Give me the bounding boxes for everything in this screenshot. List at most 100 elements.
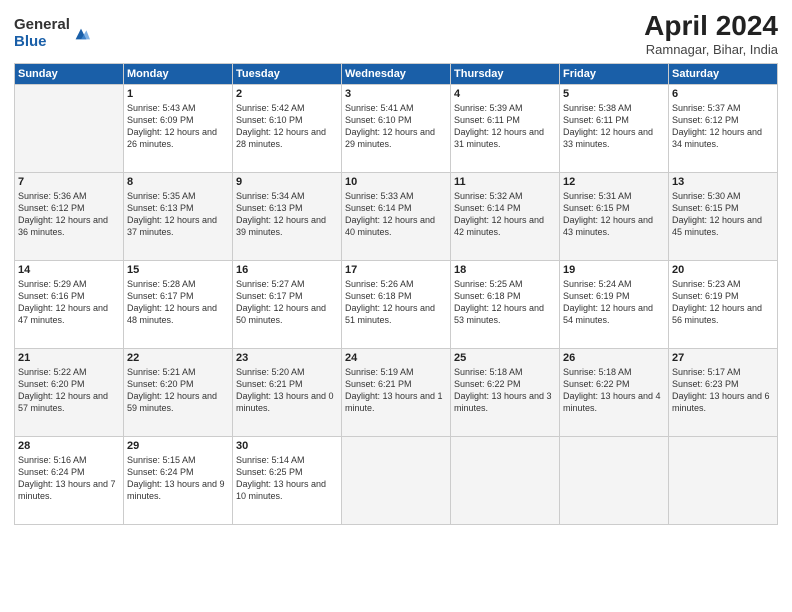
cell-content: Sunrise: 5:43 AM Sunset: 6:09 PM Dayligh… bbox=[127, 102, 229, 151]
day-number: 8 bbox=[127, 176, 229, 188]
calendar-cell bbox=[669, 437, 778, 525]
calendar-week-row: 1 Sunrise: 5:43 AM Sunset: 6:09 PM Daylig… bbox=[15, 85, 778, 173]
calendar-cell: 12 Sunrise: 5:31 AM Sunset: 6:15 PM Dayli… bbox=[560, 173, 669, 261]
calendar-cell: 17 Sunrise: 5:26 AM Sunset: 6:18 PM Dayli… bbox=[342, 261, 451, 349]
calendar-cell: 2 Sunrise: 5:42 AM Sunset: 6:10 PM Daylig… bbox=[233, 85, 342, 173]
day-number: 1 bbox=[127, 88, 229, 100]
calendar-cell: 14 Sunrise: 5:29 AM Sunset: 6:16 PM Dayli… bbox=[15, 261, 124, 349]
cell-content: Sunrise: 5:27 AM Sunset: 6:17 PM Dayligh… bbox=[236, 278, 338, 327]
calendar-cell: 28Sunrise: 5:16 AM Sunset: 6:24 PM Dayli… bbox=[15, 437, 124, 525]
cell-content: Sunrise: 5:33 AM Sunset: 6:14 PM Dayligh… bbox=[345, 190, 447, 239]
calendar-cell: 3 Sunrise: 5:41 AM Sunset: 6:10 PM Daylig… bbox=[342, 85, 451, 173]
cell-content: Sunrise: 5:41 AM Sunset: 6:10 PM Dayligh… bbox=[345, 102, 447, 151]
day-number: 2 bbox=[236, 88, 338, 100]
calendar-cell bbox=[451, 437, 560, 525]
cell-content: Sunrise: 5:30 AM Sunset: 6:15 PM Dayligh… bbox=[672, 190, 774, 239]
day-number: 4 bbox=[454, 88, 556, 100]
cell-content: Sunrise: 5:25 AM Sunset: 6:18 PM Dayligh… bbox=[454, 278, 556, 327]
cell-content: Sunrise: 5:38 AM Sunset: 6:11 PM Dayligh… bbox=[563, 102, 665, 151]
cell-content: Sunrise: 5:14 AM Sunset: 6:25 PM Dayligh… bbox=[236, 454, 338, 503]
day-number: 20 bbox=[672, 264, 774, 276]
cell-content: Sunrise: 5:37 AM Sunset: 6:12 PM Dayligh… bbox=[672, 102, 774, 151]
calendar-cell: 23Sunrise: 5:20 AM Sunset: 6:21 PM Dayli… bbox=[233, 349, 342, 437]
day-number: 17 bbox=[345, 264, 447, 276]
day-number: 18 bbox=[454, 264, 556, 276]
calendar-cell: 20 Sunrise: 5:23 AM Sunset: 6:19 PM Dayli… bbox=[669, 261, 778, 349]
cell-content: Sunrise: 5:15 AM Sunset: 6:24 PM Dayligh… bbox=[127, 454, 229, 503]
location: Ramnagar, Bihar, India bbox=[644, 42, 778, 57]
calendar-cell: 5 Sunrise: 5:38 AM Sunset: 6:11 PM Daylig… bbox=[560, 85, 669, 173]
calendar-week-row: 14 Sunrise: 5:29 AM Sunset: 6:16 PM Dayli… bbox=[15, 261, 778, 349]
day-number: 19 bbox=[563, 264, 665, 276]
calendar-cell: 25Sunrise: 5:18 AM Sunset: 6:22 PM Dayli… bbox=[451, 349, 560, 437]
calendar-cell: 21Sunrise: 5:22 AM Sunset: 6:20 PM Dayli… bbox=[15, 349, 124, 437]
day-number: 13 bbox=[672, 176, 774, 188]
day-number: 29 bbox=[127, 440, 229, 452]
day-number: 12 bbox=[563, 176, 665, 188]
day-number: 5 bbox=[563, 88, 665, 100]
calendar-cell: 24 Sunrise: 5:19 AM Sunset: 6:21 PM Dayli… bbox=[342, 349, 451, 437]
calendar-cell: 16 Sunrise: 5:27 AM Sunset: 6:17 PM Dayli… bbox=[233, 261, 342, 349]
weekday-header: Friday bbox=[560, 64, 669, 85]
month-title: April 2024 bbox=[644, 10, 778, 42]
day-number: 26 bbox=[563, 352, 665, 364]
weekday-header: Wednesday bbox=[342, 64, 451, 85]
calendar-cell: 26 Sunrise: 5:18 AM Sunset: 6:22 PM Dayli… bbox=[560, 349, 669, 437]
weekday-header: Sunday bbox=[15, 64, 124, 85]
calendar-cell bbox=[342, 437, 451, 525]
day-number: 30 bbox=[236, 440, 338, 452]
day-number: 27 bbox=[672, 352, 774, 364]
cell-content: Sunrise: 5:19 AM Sunset: 6:21 PM Dayligh… bbox=[345, 366, 447, 415]
weekday-header: Saturday bbox=[669, 64, 778, 85]
day-number: 15 bbox=[127, 264, 229, 276]
day-number: 9 bbox=[236, 176, 338, 188]
calendar-cell: 22 Sunrise: 5:21 AM Sunset: 6:20 PM Dayli… bbox=[124, 349, 233, 437]
calendar-week-row: 7Sunrise: 5:36 AM Sunset: 6:12 PM Daylig… bbox=[15, 173, 778, 261]
cell-content: Sunrise: 5:26 AM Sunset: 6:18 PM Dayligh… bbox=[345, 278, 447, 327]
calendar-cell: 19 Sunrise: 5:24 AM Sunset: 6:19 PM Dayli… bbox=[560, 261, 669, 349]
cell-content: Sunrise: 5:34 AM Sunset: 6:13 PM Dayligh… bbox=[236, 190, 338, 239]
logo-general: General bbox=[14, 17, 70, 34]
calendar-cell: 4 Sunrise: 5:39 AM Sunset: 6:11 PM Daylig… bbox=[451, 85, 560, 173]
logo-blue: Blue bbox=[14, 34, 70, 51]
calendar-cell: 6 Sunrise: 5:37 AM Sunset: 6:12 PM Daylig… bbox=[669, 85, 778, 173]
cell-content: Sunrise: 5:39 AM Sunset: 6:11 PM Dayligh… bbox=[454, 102, 556, 151]
cell-content: Sunrise: 5:35 AM Sunset: 6:13 PM Dayligh… bbox=[127, 190, 229, 239]
weekday-header: Thursday bbox=[451, 64, 560, 85]
cell-content: Sunrise: 5:42 AM Sunset: 6:10 PM Dayligh… bbox=[236, 102, 338, 151]
calendar-table: SundayMondayTuesdayWednesdayThursdayFrid… bbox=[14, 63, 778, 525]
calendar-cell: 29 Sunrise: 5:15 AM Sunset: 6:24 PM Dayli… bbox=[124, 437, 233, 525]
day-number: 28 bbox=[18, 440, 120, 452]
day-number: 11 bbox=[454, 176, 556, 188]
weekday-header-row: SundayMondayTuesdayWednesdayThursdayFrid… bbox=[15, 64, 778, 85]
logo-icon bbox=[72, 25, 90, 43]
calendar-cell: 7Sunrise: 5:36 AM Sunset: 6:12 PM Daylig… bbox=[15, 173, 124, 261]
day-number: 16 bbox=[236, 264, 338, 276]
header: General Blue April 2024 Ramnagar, Bihar,… bbox=[14, 10, 778, 57]
logo: General Blue bbox=[14, 17, 90, 50]
cell-content: Sunrise: 5:22 AM Sunset: 6:20 PM Dayligh… bbox=[18, 366, 120, 415]
day-number: 7 bbox=[18, 176, 120, 188]
cell-content: Sunrise: 5:21 AM Sunset: 6:20 PM Dayligh… bbox=[127, 366, 229, 415]
cell-content: Sunrise: 5:31 AM Sunset: 6:15 PM Dayligh… bbox=[563, 190, 665, 239]
weekday-header: Tuesday bbox=[233, 64, 342, 85]
day-number: 22 bbox=[127, 352, 229, 364]
day-number: 6 bbox=[672, 88, 774, 100]
day-number: 14 bbox=[18, 264, 120, 276]
cell-content: Sunrise: 5:18 AM Sunset: 6:22 PM Dayligh… bbox=[563, 366, 665, 415]
calendar-week-row: 28Sunrise: 5:16 AM Sunset: 6:24 PM Dayli… bbox=[15, 437, 778, 525]
calendar-week-row: 21Sunrise: 5:22 AM Sunset: 6:20 PM Dayli… bbox=[15, 349, 778, 437]
calendar-cell: 30 Sunrise: 5:14 AM Sunset: 6:25 PM Dayli… bbox=[233, 437, 342, 525]
calendar-cell: 8 Sunrise: 5:35 AM Sunset: 6:13 PM Daylig… bbox=[124, 173, 233, 261]
title-block: April 2024 Ramnagar, Bihar, India bbox=[644, 10, 778, 57]
calendar-cell: 27Sunrise: 5:17 AM Sunset: 6:23 PM Dayli… bbox=[669, 349, 778, 437]
cell-content: Sunrise: 5:29 AM Sunset: 6:16 PM Dayligh… bbox=[18, 278, 120, 327]
calendar-cell: 9 Sunrise: 5:34 AM Sunset: 6:13 PM Daylig… bbox=[233, 173, 342, 261]
cell-content: Sunrise: 5:23 AM Sunset: 6:19 PM Dayligh… bbox=[672, 278, 774, 327]
day-number: 3 bbox=[345, 88, 447, 100]
calendar-cell: 15Sunrise: 5:28 AM Sunset: 6:17 PM Dayli… bbox=[124, 261, 233, 349]
cell-content: Sunrise: 5:20 AM Sunset: 6:21 PM Dayligh… bbox=[236, 366, 338, 415]
day-number: 10 bbox=[345, 176, 447, 188]
cell-content: Sunrise: 5:24 AM Sunset: 6:19 PM Dayligh… bbox=[563, 278, 665, 327]
day-number: 24 bbox=[345, 352, 447, 364]
